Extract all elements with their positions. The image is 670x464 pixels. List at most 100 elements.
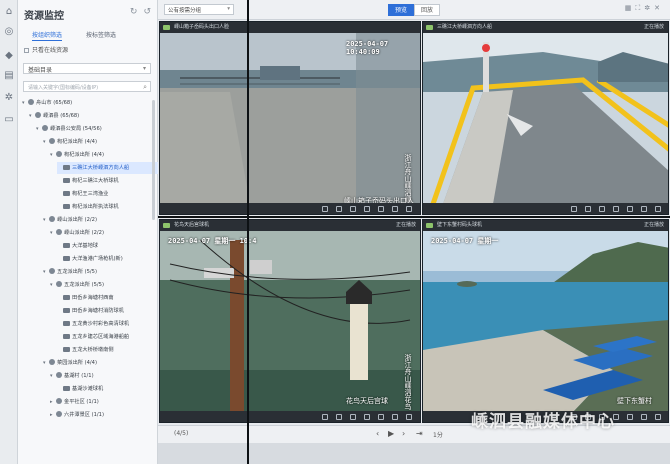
tree-camera-item[interactable]: 大洋渔港广场枪机(新) (57, 253, 158, 265)
tab-by-tag[interactable]: 按标签筛选 (86, 30, 116, 39)
directory-select[interactable]: 基础目录 ▾ (23, 63, 151, 74)
chevron-down-icon[interactable]: ▾ (43, 266, 49, 278)
audio-icon[interactable] (364, 414, 370, 420)
chevron-right-icon[interactable]: ▸ (50, 396, 56, 408)
tree-org-item[interactable]: ▸ 金平社区 (1/1) (50, 396, 158, 408)
video-cell-3[interactable]: 花鸟天后宫球机 正在播放 2025-04-07 星期一 10:4 浙江舟山嵊泗花鸟… (159, 219, 421, 423)
directory-select-value: 基础目录 (28, 67, 53, 74)
mode-switch: 预览 回放 (388, 4, 441, 16)
chevron-right-icon[interactable]: ▸ (50, 409, 56, 421)
group-select[interactable]: 公有按需分组 ▾ (164, 4, 234, 15)
tree-org-item[interactable]: ▾ 五龙派出所 (5/5) (43, 266, 158, 278)
chevron-down-icon[interactable]: ▾ (50, 149, 56, 161)
play-icon[interactable]: ▶ (388, 429, 394, 438)
close-icon[interactable] (406, 206, 412, 212)
audio-icon[interactable] (613, 206, 619, 212)
tab-by-org[interactable]: 按组织筛选 (32, 30, 63, 41)
tree-org-item[interactable]: ▾ 基湖村 (1/1) (50, 370, 158, 382)
search-input[interactable]: 请输入关键字(国标编码/设备IP) ⌕ (23, 81, 151, 92)
close-icon[interactable] (655, 414, 661, 420)
skip-icon[interactable]: ⇥ (416, 429, 423, 438)
document-icon[interactable]: ▭ (3, 114, 15, 126)
tree-camera-item[interactable]: 五龙黄沙村彩色高清球机 (57, 318, 158, 330)
tree-org-item[interactable]: ▾ 嵊山派出所 (2/2) (43, 214, 158, 226)
settings-icon[interactable]: ✲ (644, 4, 654, 12)
chevron-down-icon[interactable]: ▾ (50, 370, 56, 382)
tree-camera-item[interactable]: 枸杞三礁江大桥球机 (57, 175, 158, 187)
tree-org-item[interactable]: ▾ 枸杞派出所 (4/4) (43, 136, 158, 148)
zoom-icon[interactable] (350, 414, 356, 420)
tree-org-item[interactable]: ▾ 嵊泗县 (65/68) (29, 110, 158, 122)
prev-page-icon[interactable]: ‹ (376, 429, 379, 438)
fullscreen-icon[interactable] (641, 414, 647, 420)
close-icon[interactable] (655, 206, 661, 212)
fullscreen-icon[interactable] (392, 206, 398, 212)
camera-icon (63, 347, 70, 352)
gear-icon[interactable]: ✲ (3, 92, 15, 104)
ptz-icon[interactable] (378, 414, 384, 420)
tab-preview[interactable]: 预览 (388, 4, 415, 16)
zoom-icon[interactable] (599, 206, 605, 212)
checkbox-box[interactable] (24, 48, 29, 53)
chevron-down-icon[interactable]: ▾ (29, 110, 35, 122)
book-icon[interactable]: ▤ (3, 70, 15, 82)
tree-org-item[interactable]: ▾ 嵊山派出所 (2/2) (50, 227, 158, 239)
video-cell-4[interactable]: 壁下东蟹村码头球机 正在播放 2025-04-07 星期一 壁下东蟹村 (422, 219, 669, 423)
record-icon[interactable] (336, 206, 342, 212)
tree-item-label: 嵊山派出所 (2/2) (64, 230, 104, 236)
audio-icon[interactable] (364, 206, 370, 212)
shield-icon[interactable]: ◆ (3, 50, 15, 62)
tree-camera-item[interactable]: 三礁江大桥嵊泗方向人船 (57, 162, 158, 174)
chevron-down-icon[interactable]: ▾ (50, 279, 56, 291)
video-cell-2[interactable]: 三礁江大桥嵊泗方向人船 正在播放 (422, 21, 669, 215)
reload-icon[interactable]: ↺ (143, 7, 151, 17)
tree-camera-item[interactable]: 五龙乡建芯区域海港船舶 (57, 331, 158, 343)
close-icon[interactable] (406, 414, 412, 420)
fullscreen-icon[interactable] (392, 414, 398, 420)
search-icon[interactable]: ⌕ (143, 83, 147, 92)
tree-org-item[interactable]: ▾ 枸杞派出所 (4/4) (50, 149, 158, 161)
video-cell-1[interactable]: 嵊山箱子岙码头出口人脸 2025-04-07 10:40:09 浙江舟山嵊泗嵊山… (159, 21, 421, 215)
snapshot-icon[interactable] (571, 206, 577, 212)
tree-camera-item[interactable]: 五龙大桥桥墩南侧 (57, 344, 158, 356)
fullscreen-icon[interactable] (641, 206, 647, 212)
chevron-down-icon[interactable]: ▾ (43, 136, 49, 148)
tree-org-item[interactable]: ▾ 嵊泗县公安局 (54/56) (36, 123, 158, 135)
tree-camera-item[interactable]: 大洋基地球 (57, 240, 158, 252)
tree-camera-item[interactable]: 基湖沙滩球机 (57, 383, 158, 395)
chevron-down-icon[interactable]: ▾ (22, 97, 28, 109)
snapshot-icon[interactable] (322, 414, 328, 420)
refresh-icon[interactable]: ↻ (130, 7, 138, 17)
ptz-icon[interactable] (627, 206, 633, 212)
tree-camera-item[interactable]: 田岙乡海塘村消防球机 (57, 305, 158, 317)
zoom-icon[interactable] (350, 206, 356, 212)
tree-camera-item[interactable]: 枸杞王三湾渔业 (57, 188, 158, 200)
record-icon[interactable] (585, 206, 591, 212)
tree-org-item[interactable]: ▸ 六井潭景区 (1/1) (50, 409, 158, 421)
bezel-seam-horizontal (158, 216, 670, 218)
ptz-icon[interactable] (627, 414, 633, 420)
home-icon[interactable]: ⌂ (3, 6, 15, 18)
chevron-down-icon[interactable]: ▾ (43, 357, 49, 369)
tree-scrollbar[interactable] (152, 100, 155, 220)
tree-org-item[interactable]: ▾ 五龙派出所 (5/5) (50, 279, 158, 291)
chevron-down-icon[interactable]: ▾ (43, 214, 49, 226)
tree-org-item[interactable]: ▾ 舟山市 (65/68) (22, 97, 158, 109)
chevron-down-icon[interactable]: ▾ (36, 123, 42, 135)
ptz-icon[interactable] (378, 206, 384, 212)
tab-playback[interactable]: 回放 (414, 4, 441, 16)
online-only-checkbox[interactable]: 只看在线资源 (24, 45, 68, 54)
tree-camera-item[interactable]: 田岙乡海塘村西南 (57, 292, 158, 304)
record-icon[interactable] (336, 414, 342, 420)
close-icon[interactable]: ✕ (654, 4, 664, 12)
fullscreen-icon[interactable]: ⛶ (635, 4, 644, 12)
tree-camera-item[interactable]: 枸杞派出所执法球机 (57, 201, 158, 213)
tree-item-label: 五龙派出所 (5/5) (57, 269, 97, 275)
tree-org-item[interactable]: ▾ 菜园派出所 (4/4) (43, 357, 158, 369)
video-frame-3 (160, 220, 420, 422)
next-page-icon[interactable]: › (402, 429, 405, 438)
grid-icon[interactable]: ▦ (625, 4, 636, 12)
chevron-down-icon[interactable]: ▾ (50, 227, 56, 239)
snapshot-icon[interactable] (322, 206, 328, 212)
globe-icon[interactable]: ◎ (3, 26, 15, 38)
